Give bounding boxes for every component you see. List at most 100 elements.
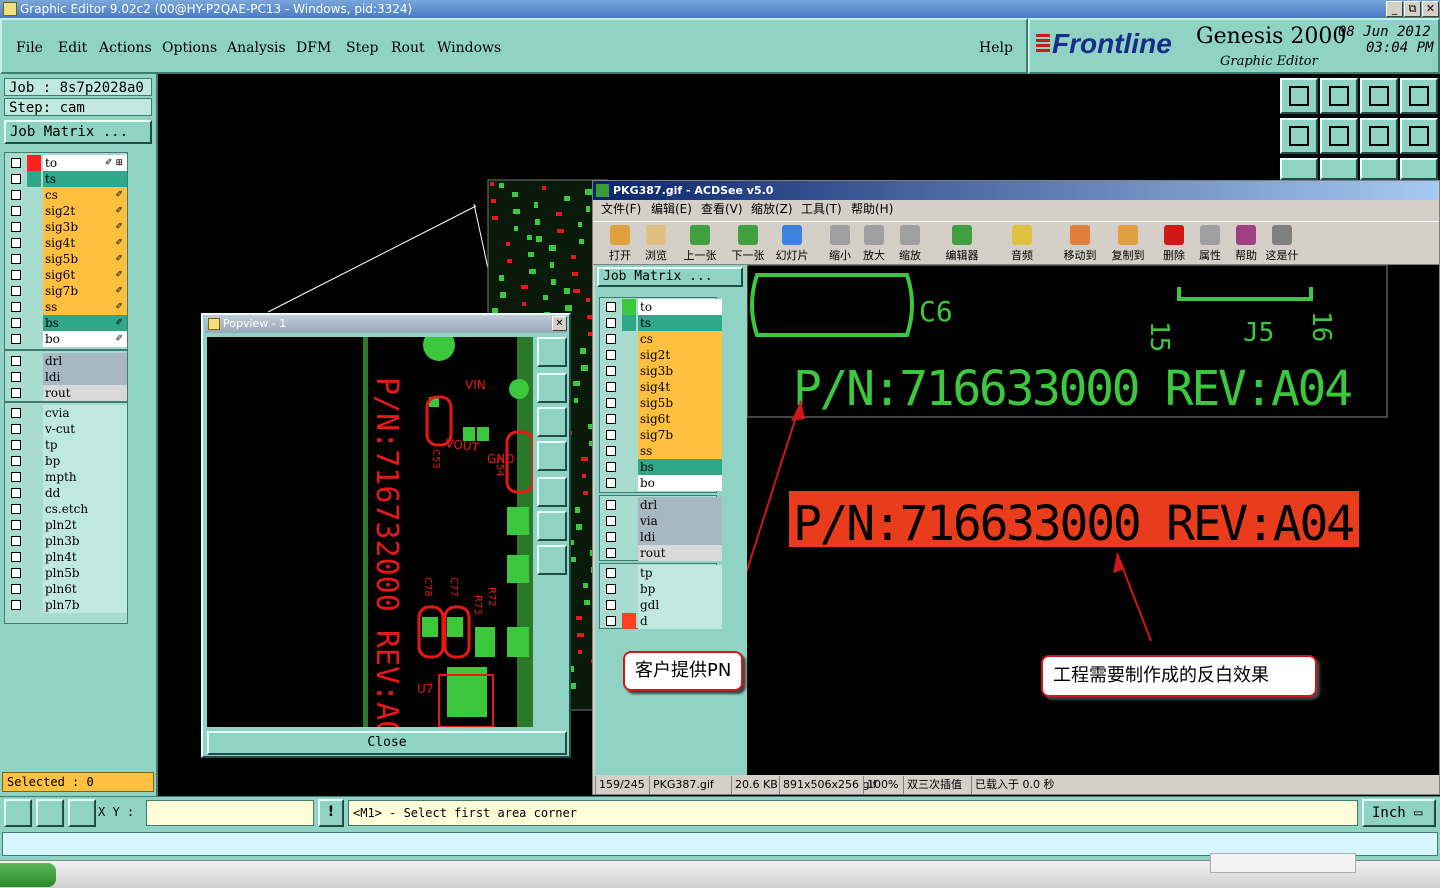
main-layer-row[interactable]: pln6t [7,581,127,597]
layer-checkbox[interactable] [11,238,21,248]
layer-checkbox[interactable] [606,398,616,408]
main-layer-row[interactable]: pln5b [7,565,127,581]
layer-checkbox[interactable] [606,318,616,328]
close-button[interactable]: ✕ [1422,1,1439,17]
layer-checkbox[interactable] [11,334,21,344]
acd-menu-view[interactable]: 查看(V) [701,200,743,219]
layer-checkbox[interactable] [11,270,21,280]
main-layer-row[interactable]: bo ✐ [7,331,127,347]
popview-up-icon[interactable] [537,373,567,403]
tool-import-icon[interactable] [1280,118,1318,154]
popview-zoom-fit-icon[interactable] [537,337,567,367]
alert-icon[interactable]: ! [318,799,344,827]
main-layer-row[interactable]: tp [7,437,127,453]
layer-checkbox[interactable] [11,488,21,498]
zoom-area-icon[interactable] [4,799,32,827]
acd-layer-row[interactable]: sig4t [602,379,722,395]
acd-toolbar-button-6[interactable]: 放大 [855,225,893,263]
layer-checkbox[interactable] [11,424,21,434]
acd-layer-row[interactable]: to [602,299,722,315]
layer-checkbox[interactable] [11,472,21,482]
layer-checkbox[interactable] [11,254,21,264]
acd-layer-row[interactable]: cs [602,331,722,347]
layer-checkbox[interactable] [606,516,616,526]
layer-checkbox[interactable] [606,500,616,510]
minimize-button[interactable]: _ [1386,1,1403,17]
main-layer-row[interactable]: mpth [7,469,127,485]
menu-analysis[interactable]: Analysis [227,40,286,56]
tool-swap-icon[interactable] [1360,118,1398,154]
layer-checkbox[interactable] [11,408,21,418]
acd-toolbar-button-13[interactable]: 属性 [1191,225,1229,263]
layer-checkbox[interactable] [606,350,616,360]
layer-checkbox[interactable] [11,372,21,382]
layer-checkbox[interactable] [11,190,21,200]
acd-layer-row[interactable]: ss [602,443,722,459]
tool-open-icon[interactable] [1280,78,1318,114]
acd-layer-row[interactable]: bp [602,581,722,597]
layer-checkbox[interactable] [11,206,21,216]
menu-file[interactable]: File [16,40,43,56]
main-layer-row[interactable]: v-cut [7,421,127,437]
acd-toolbar-button-9[interactable]: 音频 [1003,225,1041,263]
acd-toolbar-button-10[interactable]: 移动到 [1061,225,1099,263]
main-layer-row[interactable]: sig2t ✐ [7,203,127,219]
main-layer-row[interactable]: rout [7,385,127,401]
tool-save-icon[interactable] [1320,78,1358,114]
tool-window-icon[interactable] [1400,78,1438,114]
menu-edit[interactable]: Edit [58,40,87,56]
acd-layer-row[interactable]: gdl [602,597,722,613]
main-layer-row[interactable]: drl [7,353,127,369]
acd-layer-row[interactable]: bo [602,475,722,491]
layer-checkbox[interactable] [11,286,21,296]
acd-layer-row[interactable]: via [602,513,722,529]
acd-layer-row[interactable]: d [602,613,722,629]
layer-checkbox[interactable] [11,520,21,530]
layer-checkbox[interactable] [606,568,616,578]
layer-checkbox[interactable] [11,600,21,610]
layer-checkbox[interactable] [606,302,616,312]
acd-layer-row[interactable]: rout [602,545,722,561]
main-layer-row[interactable]: sig7b ✐ [7,283,127,299]
layer-checkbox[interactable] [11,552,21,562]
tool-more-3-icon[interactable] [1360,158,1398,180]
acd-layer-row[interactable]: ldi [602,529,722,545]
acd-image-canvas[interactable]: C6 J5 15 16 P/N:716633000 REV:A04 P/N:71… [747,265,1439,775]
layer-checkbox[interactable] [11,222,21,232]
tool-route-icon[interactable] [1400,118,1438,154]
tool-more-4-icon[interactable] [1400,158,1438,180]
layer-checkbox[interactable] [11,158,21,168]
main-layer-row[interactable]: cs ✐ [7,187,127,203]
menu-dfm[interactable]: DFM [296,40,331,56]
tool-more-1-icon[interactable] [1280,158,1318,180]
main-layer-row[interactable]: cvia [7,405,127,421]
acd-menu-help[interactable]: 帮助(H) [851,200,893,219]
menu-help[interactable]: Help [979,40,1013,56]
layer-checkbox[interactable] [11,568,21,578]
layer-checkbox[interactable] [606,382,616,392]
ime-toolbar[interactable] [1210,853,1356,873]
acd-toolbar-button-12[interactable]: 删除 [1155,225,1193,263]
acd-layer-row[interactable]: sig6t [602,411,722,427]
layer-checkbox[interactable] [11,388,21,398]
popview-right-icon[interactable] [537,477,567,507]
layer-checkbox[interactable] [606,430,616,440]
popview-zoom-in-icon[interactable] [537,511,567,541]
main-layer-row[interactable]: ss ✐ [7,299,127,315]
main-layer-row[interactable]: pln2t [7,517,127,533]
acd-layer-row[interactable]: bs [602,459,722,475]
popview-canvas[interactable]: P/N:716732000 REV:A02 VIN VOUT GND C53 C… [207,337,533,727]
main-layer-row[interactable]: ts [7,171,127,187]
main-layer-row[interactable]: sig4t ✐ [7,235,127,251]
acd-toolbar-button-14[interactable]: 帮助 [1227,225,1265,263]
xy-input[interactable] [146,800,314,826]
popview-close-button[interactable]: Close [207,731,567,755]
main-layer-row[interactable]: sig3b ✐ [7,219,127,235]
layer-checkbox[interactable] [11,536,21,546]
acd-toolbar-button-7[interactable]: 缩放 [891,225,929,263]
main-layer-row[interactable]: cs.etch [7,501,127,517]
job-matrix-button[interactable]: Job Matrix ... [4,120,152,144]
layer-checkbox[interactable] [606,600,616,610]
restore-button[interactable]: ⧉ [1404,1,1421,17]
layer-checkbox[interactable] [606,462,616,472]
